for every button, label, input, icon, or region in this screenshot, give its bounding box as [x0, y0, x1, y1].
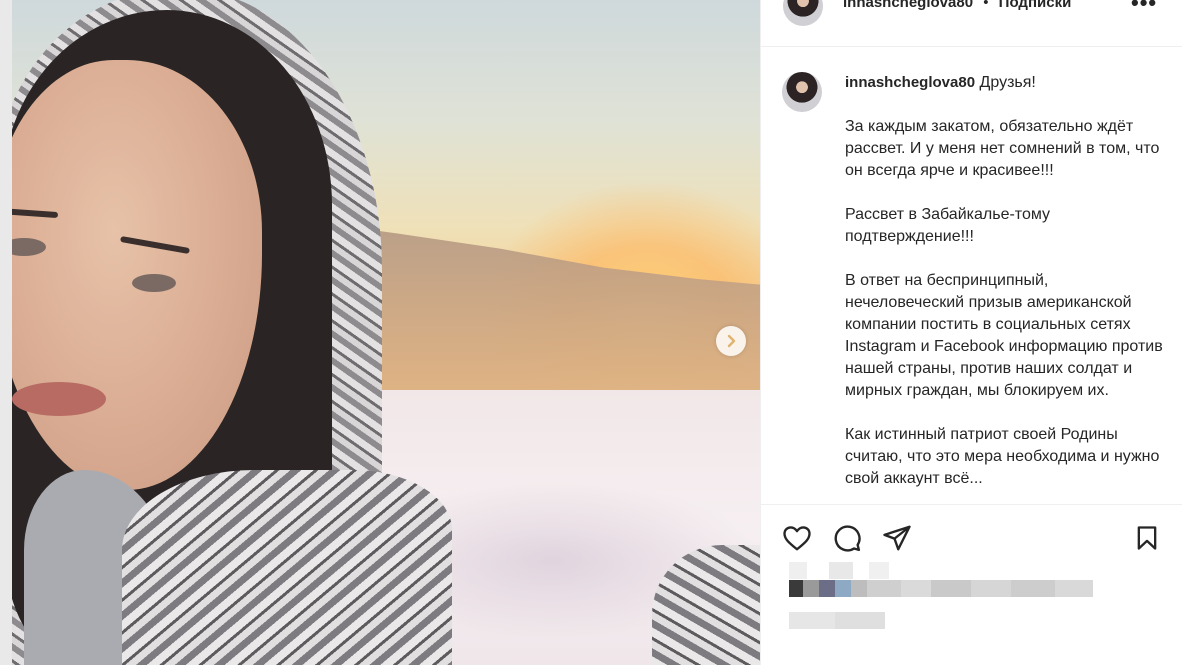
save-button[interactable] — [1129, 520, 1165, 556]
more-options-button[interactable]: ••• — [1131, 0, 1157, 16]
post-photo[interactable] — [12, 0, 760, 665]
post-header: innashcheglova80 • Подписки ••• — [761, 0, 1182, 47]
comment-button[interactable] — [829, 520, 865, 556]
likes-count-blurred — [789, 580, 1109, 597]
action-bar — [761, 520, 1182, 560]
jacket — [122, 470, 452, 665]
caption-paragraph: В ответ на беспринципный, нечеловеческий… — [845, 272, 1163, 399]
caption-paragraph: Рассвет в Забайкалье-тому подтверждение!… — [845, 206, 1051, 245]
date-blurred — [789, 612, 929, 629]
caption-avatar[interactable] — [782, 72, 822, 112]
share-button[interactable] — [879, 520, 915, 556]
heart-icon — [783, 526, 811, 551]
header-text: innashcheglova80 • Подписки — [843, 0, 1071, 11]
eyebrow — [12, 207, 59, 219]
caption-paragraph: За каждым закатом, обязательно ждёт расс… — [845, 118, 1160, 179]
divider — [761, 504, 1182, 505]
post-caption: innashcheglova80 Друзья! За каждым закат… — [845, 72, 1163, 504]
caption-lead: Друзья! — [979, 74, 1036, 91]
comment-icon — [834, 525, 861, 552]
like-button[interactable] — [779, 520, 815, 556]
separator: • — [983, 0, 989, 11]
avatar[interactable] — [783, 0, 823, 26]
header-username[interactable]: innashcheglova80 — [843, 0, 973, 11]
left-gutter — [0, 0, 12, 665]
bookmark-icon — [1137, 526, 1157, 550]
following-button[interactable]: Подписки — [999, 0, 1072, 11]
chevron-right-icon — [727, 334, 736, 348]
caption-first-line: innashcheglova80 Друзья! — [845, 72, 1163, 94]
next-photo-button[interactable] — [716, 326, 746, 356]
caption-paragraph: Как истинный патриот своей Родины считаю… — [845, 426, 1160, 487]
post-side-panel: innashcheglova80 • Подписки ••• innashch… — [760, 0, 1182, 665]
lips — [12, 382, 106, 416]
share-icon — [883, 525, 911, 551]
eyebrow — [120, 235, 190, 255]
likes-blurred — [789, 562, 1109, 579]
eye — [132, 274, 176, 292]
eye — [12, 238, 46, 256]
caption-username[interactable]: innashcheglova80 — [845, 74, 975, 91]
